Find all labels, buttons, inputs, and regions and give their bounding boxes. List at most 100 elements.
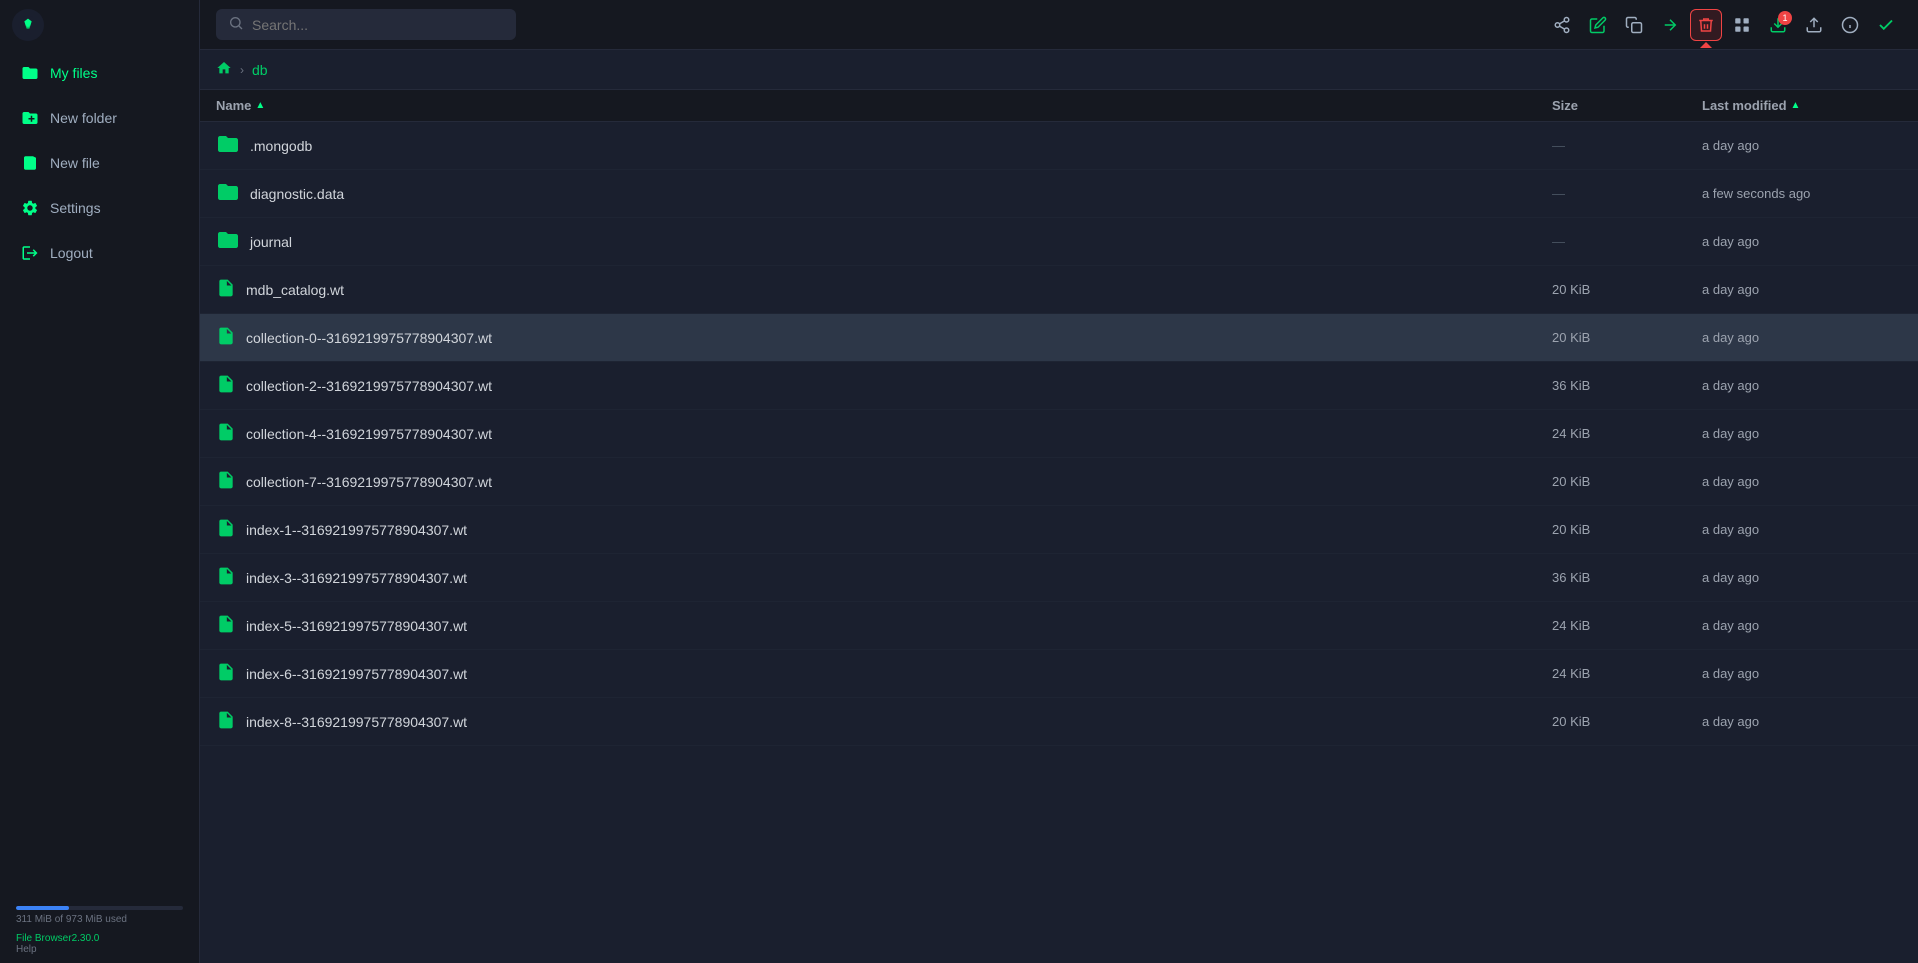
sort-arrow-modified: ▲ — [1791, 100, 1801, 111]
settings-icon — [20, 198, 40, 218]
table-row[interactable]: diagnostic.data — a few seconds ago — [200, 170, 1918, 218]
upload-button[interactable] — [1798, 9, 1830, 41]
table-row[interactable]: collection-4--3169219975778904307.wt 24 … — [200, 410, 1918, 458]
file-name-cell: diagnostic.data — [216, 180, 1552, 207]
file-date: a day ago — [1702, 666, 1902, 681]
search-input[interactable] — [252, 17, 504, 33]
info-button[interactable] — [1834, 9, 1866, 41]
file-icon — [216, 468, 236, 495]
file-name-cell: index-3--3169219975778904307.wt — [216, 564, 1552, 591]
table-row[interactable]: collection-2--3169219975778904307.wt 36 … — [200, 362, 1918, 410]
file-size: — — [1552, 234, 1702, 249]
sidebar-nav: My files New folder New file — [0, 50, 199, 276]
file-icon — [216, 372, 236, 399]
sidebar-item-my-files[interactable]: My files — [4, 51, 195, 95]
col-header-name[interactable]: Name ▲ — [216, 98, 1552, 113]
file-name: index-8--3169219975778904307.wt — [246, 714, 467, 730]
file-name: collection-0--3169219975778904307.wt — [246, 330, 492, 346]
sidebar-item-new-folder[interactable]: New folder — [4, 96, 195, 140]
breadcrumb: › db — [200, 50, 1918, 90]
file-date: a day ago — [1702, 474, 1902, 489]
copy-button[interactable] — [1618, 9, 1650, 41]
toolbar: 1 — [1546, 9, 1902, 41]
file-icon — [216, 420, 236, 447]
file-name: journal — [250, 234, 292, 250]
storage-label: 311 MiB of 973 MiB used — [16, 914, 183, 925]
table-row[interactable]: collection-0--3169219975778904307.wt 20 … — [200, 314, 1918, 362]
table-header: Name ▲ Size Last modified ▲ — [200, 90, 1918, 122]
sidebar-item-logout-label: Logout — [50, 245, 93, 261]
file-name: index-1--3169219975778904307.wt — [246, 522, 467, 538]
table-row[interactable]: journal — a day ago — [200, 218, 1918, 266]
file-size: — — [1552, 138, 1702, 153]
file-size: 36 KiB — [1552, 570, 1702, 585]
sidebar-item-new-folder-label: New folder — [50, 110, 117, 126]
file-date: a day ago — [1702, 282, 1902, 297]
version-label: File Browser2.30.0 — [0, 929, 199, 944]
file-name: .mongodb — [250, 138, 312, 154]
table-row[interactable]: collection-7--3169219975778904307.wt 20 … — [200, 458, 1918, 506]
search-box[interactable] — [216, 9, 516, 40]
storage-bar-fill — [16, 906, 69, 910]
delete-button[interactable] — [1690, 9, 1722, 41]
file-size: 24 KiB — [1552, 426, 1702, 441]
file-date: a few seconds ago — [1702, 186, 1902, 201]
file-icon — [216, 612, 236, 639]
table-row[interactable]: index-6--3169219975778904307.wt 24 KiB a… — [200, 650, 1918, 698]
file-icon — [216, 708, 236, 735]
folder-plus-icon — [20, 108, 40, 128]
file-name-cell: collection-2--3169219975778904307.wt — [216, 372, 1552, 399]
file-name: collection-4--3169219975778904307.wt — [246, 426, 492, 442]
check-button[interactable] — [1870, 9, 1902, 41]
storage-info: 311 MiB of 973 MiB used — [0, 898, 199, 929]
breadcrumb-current: db — [252, 62, 268, 78]
download-button[interactable]: 1 — [1762, 9, 1794, 41]
app-logo — [12, 9, 44, 41]
table-row[interactable]: index-5--3169219975778904307.wt 24 KiB a… — [200, 602, 1918, 650]
sidebar-item-new-file[interactable]: New file — [4, 141, 195, 185]
table-row[interactable]: index-1--3169219975778904307.wt 20 KiB a… — [200, 506, 1918, 554]
file-name-cell: index-6--3169219975778904307.wt — [216, 660, 1552, 687]
share-button[interactable] — [1546, 9, 1578, 41]
download-badge: 1 — [1778, 11, 1792, 25]
sidebar-item-settings[interactable]: Settings — [4, 186, 195, 230]
folder-icon — [216, 228, 240, 255]
file-name: index-3--3169219975778904307.wt — [246, 570, 467, 586]
sidebar: My files New folder New file — [0, 0, 200, 963]
table-row[interactable]: .mongodb — a day ago — [200, 122, 1918, 170]
file-icon — [216, 324, 236, 351]
file-size: 20 KiB — [1552, 282, 1702, 297]
file-name-cell: mdb_catalog.wt — [216, 276, 1552, 303]
file-date: a day ago — [1702, 570, 1902, 585]
file-name-cell: collection-7--3169219975778904307.wt — [216, 468, 1552, 495]
edit-button[interactable] — [1582, 9, 1614, 41]
file-name: index-5--3169219975778904307.wt — [246, 618, 467, 634]
file-size: 20 KiB — [1552, 474, 1702, 489]
file-date: a day ago — [1702, 618, 1902, 633]
file-date: a day ago — [1702, 522, 1902, 537]
grid-view-button[interactable] — [1726, 9, 1758, 41]
sidebar-item-new-file-label: New file — [50, 155, 100, 171]
move-button[interactable] — [1654, 9, 1686, 41]
table-row[interactable]: index-8--3169219975778904307.wt 20 KiB a… — [200, 698, 1918, 746]
file-size: 24 KiB — [1552, 666, 1702, 681]
file-name-cell: collection-4--3169219975778904307.wt — [216, 420, 1552, 447]
breadcrumb-home[interactable] — [216, 60, 232, 79]
sort-arrow-name: ▲ — [255, 100, 265, 111]
sidebar-item-my-files-label: My files — [50, 65, 97, 81]
help-link[interactable]: Help — [0, 944, 199, 963]
table-row[interactable]: mdb_catalog.wt 20 KiB a day ago — [200, 266, 1918, 314]
file-icon — [216, 660, 236, 687]
file-name-cell: .mongodb — [216, 132, 1552, 159]
sidebar-item-logout[interactable]: Logout — [4, 231, 195, 275]
file-name-cell: index-8--3169219975778904307.wt — [216, 708, 1552, 735]
header: 1 — [200, 0, 1918, 50]
file-name: collection-7--3169219975778904307.wt — [246, 474, 492, 490]
file-name: index-6--3169219975778904307.wt — [246, 666, 467, 682]
file-date: a day ago — [1702, 330, 1902, 345]
sidebar-item-settings-label: Settings — [50, 200, 101, 216]
logout-icon — [20, 243, 40, 263]
col-header-modified[interactable]: Last modified ▲ — [1702, 98, 1902, 113]
col-header-size[interactable]: Size — [1552, 98, 1702, 113]
table-row[interactable]: index-3--3169219975778904307.wt 36 KiB a… — [200, 554, 1918, 602]
